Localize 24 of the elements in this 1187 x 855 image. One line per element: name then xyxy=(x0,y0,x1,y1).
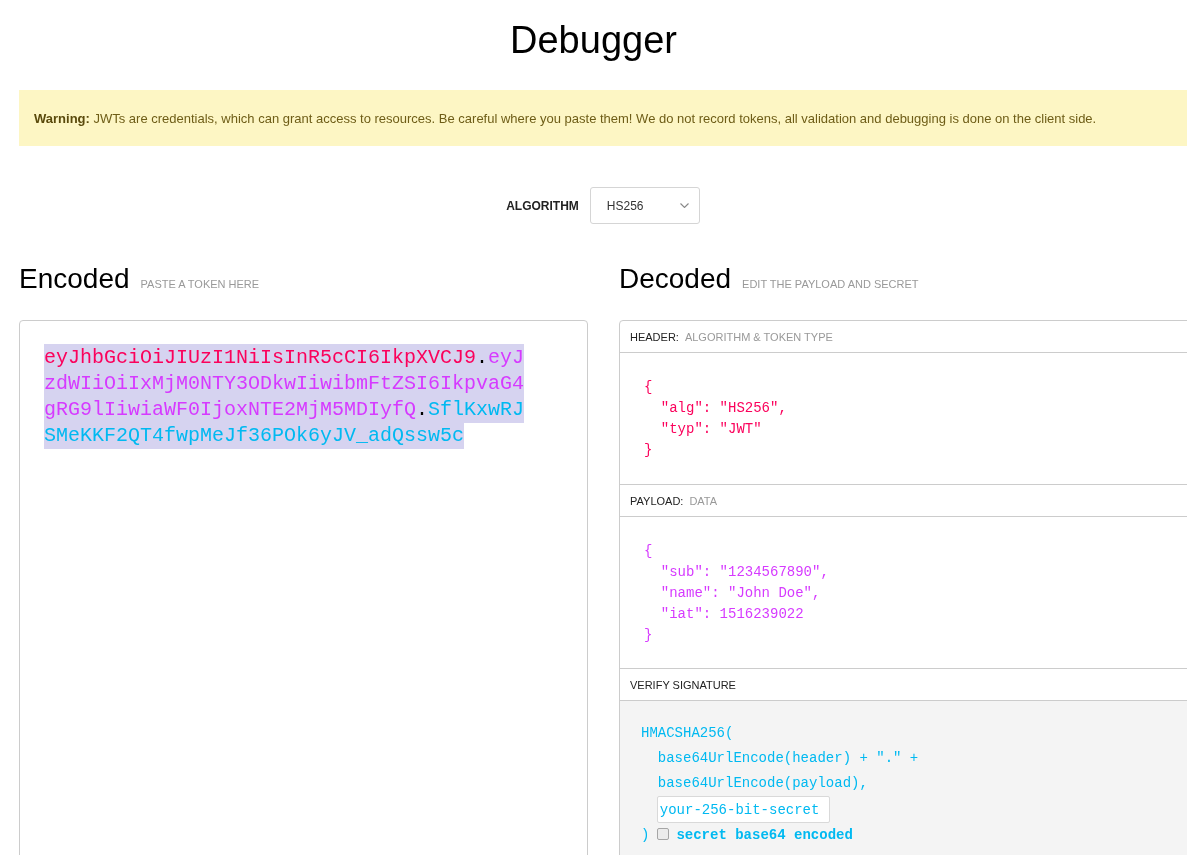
encoded-heading: Encoded xyxy=(19,263,130,295)
section-label: VERIFY SIGNATURE xyxy=(630,678,736,691)
page-title: Debugger xyxy=(509,18,678,62)
token-input[interactable]: eyJhbGciOiJIUzI1NiIsInR5cCI6IkpXVCJ9.eyJzdWIiOiIxMjM0NTY3ODkwIiwibmFtZSI6IkpvaG4gRG9lIiwiaWF0IjoxNTE2MjM5MDIyfQ.SflKxwRJSMeKKF2QT4fwpMeJf36POk6yJV_adQssw5c xyxy=(19,320,588,855)
algorithm-label: ALGORITHM xyxy=(506,198,579,213)
section-label: HEADER: xyxy=(630,330,679,343)
chevron-down-icon xyxy=(679,203,689,208)
code-line: HMACSHA256( xyxy=(641,724,734,743)
algorithm-select[interactable]: HS256 xyxy=(589,187,700,224)
closing-paren: ) xyxy=(641,826,650,845)
decoded-heading: Decoded xyxy=(619,263,732,295)
secret-input[interactable]: your-256-bit-secret xyxy=(656,796,830,823)
code-line: base64UrlEncode(header) + "." + xyxy=(657,749,919,768)
code-line: base64UrlEncode(payload), xyxy=(657,774,868,793)
header-json-editor[interactable]: { "alg": "HS256", "typ": "JWT" } xyxy=(620,353,1187,485)
section-label: PAYLOAD: xyxy=(630,494,684,507)
payload-json-editor[interactable]: { "sub": "1234567890", "name": "John Doe", "iat": 1516239022 } xyxy=(620,517,1187,669)
encoded-hint: PASTE A TOKEN HERE xyxy=(140,278,260,290)
warning-text: Warning: JWTs are credentials, which can grant access to resources. Be careful where you paste them! We do not record tokens, all validation and debugging is done on the client side. xyxy=(34,110,1097,126)
decoded-hint: EDIT THE PAYLOAD AND SECRET xyxy=(742,278,919,290)
section-caption: ALGORITHM & TOKEN TYPE xyxy=(684,330,833,343)
section-caption: DATA xyxy=(689,494,718,507)
base64-checkbox[interactable] xyxy=(657,828,670,840)
base64-label: secret base64 encoded xyxy=(676,826,853,845)
